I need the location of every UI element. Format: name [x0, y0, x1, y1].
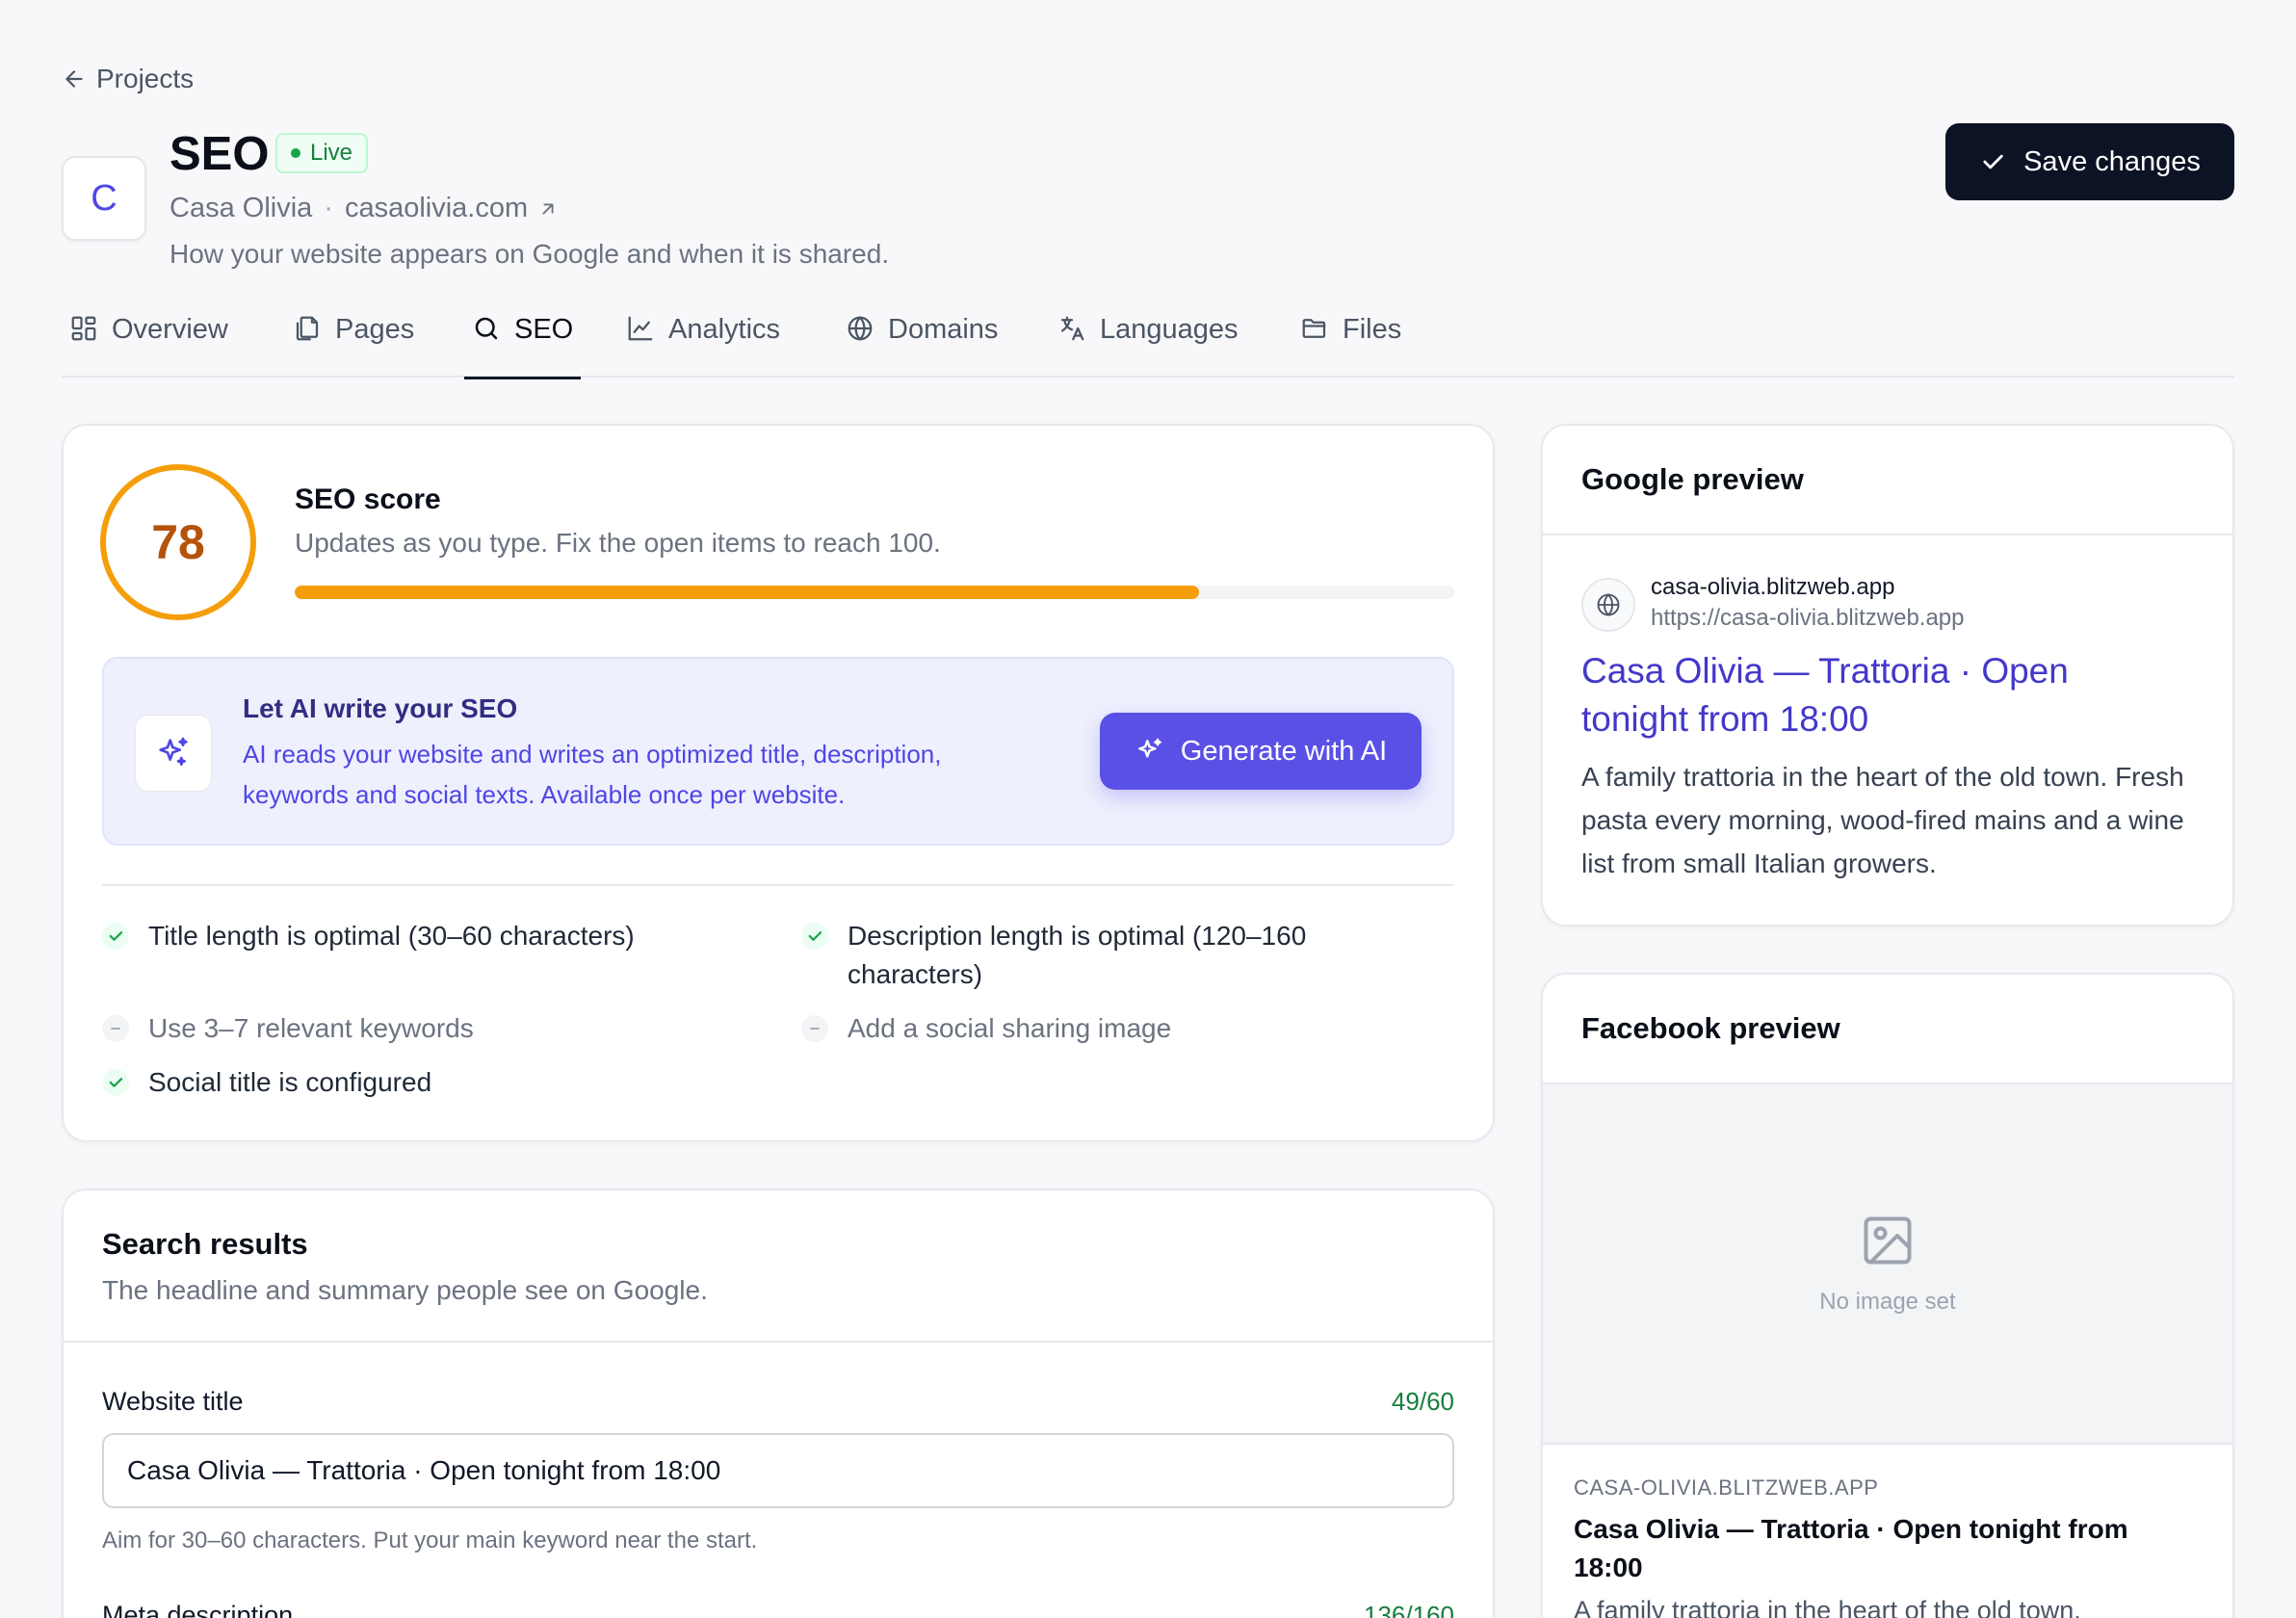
tab-label: Analytics [668, 314, 781, 345]
page-title: SEO [170, 128, 270, 180]
project-subline: Casa Olivia · casaolivia.com [170, 193, 559, 224]
tab-domains[interactable]: Domains [846, 304, 998, 378]
chart-icon [626, 314, 655, 343]
pages-icon [293, 314, 322, 343]
check-icon [1979, 148, 2006, 175]
tab-label: Files [1343, 314, 1402, 345]
tab-seo[interactable]: SEO [463, 304, 582, 379]
tab-pages[interactable]: Pages [293, 304, 414, 378]
check-circle-icon [102, 923, 129, 950]
tab-label: Languages [1100, 314, 1239, 345]
website-title-counter: 49/60 [1391, 1387, 1454, 1416]
external-link-icon [537, 198, 559, 220]
no-image-label: No image set [1819, 1289, 1956, 1315]
score-progress-bar [295, 586, 1454, 599]
checklist-item: Use 3–7 relevant keywords [102, 1009, 757, 1048]
meta-description-counter: 136/160 [1364, 1601, 1454, 1618]
tab-languages[interactable]: Languages [1057, 304, 1239, 378]
google-preview-title: Google preview [1581, 462, 1804, 496]
page-description: How your website appears on Google and w… [170, 239, 890, 269]
score-progress-fill [295, 586, 1200, 599]
google-preview-headline: Casa Olivia — Trattoria · Open tonight f… [1581, 651, 2069, 739]
search-results-title: Search results [102, 1227, 308, 1261]
checklist-label: Title length is optimal (30–60 character… [148, 921, 635, 951]
tab-bar: Overview Pages SEO Analytics Domains Lan… [62, 304, 2234, 379]
tab-label: Pages [335, 314, 415, 345]
globe-icon [846, 314, 874, 343]
site-name: Casa Olivia [170, 193, 313, 223]
folder-icon [1300, 314, 1329, 343]
checklist-item: Social title is configured [102, 1063, 757, 1102]
facebook-preview-body: A family trattoria in the heart of the o… [1574, 1596, 2081, 1618]
google-preview-site: casa-olivia.blitzweb.app [1651, 574, 1895, 600]
checklist-label: Description length is optimal (120–160 c… [848, 921, 1307, 989]
back-link[interactable]: Projects [62, 64, 194, 94]
checklist-item: Title length is optimal (30–60 character… [102, 917, 757, 955]
meta-description-label: Meta description [102, 1601, 294, 1618]
checklist-item: Add a social sharing image [801, 1009, 1418, 1048]
check-circle-icon [801, 923, 828, 950]
website-title-label: Website title [102, 1387, 244, 1416]
save-button[interactable]: Save changes [1945, 123, 2234, 200]
website-title-input[interactable] [102, 1433, 1454, 1508]
divider [102, 884, 1454, 886]
status-label: Live [310, 140, 353, 166]
translate-icon [1057, 314, 1086, 343]
google-preview-body: A family trattoria in the heart of the o… [1581, 762, 2184, 878]
status-dot [291, 148, 300, 158]
check-circle-icon [102, 1069, 129, 1096]
tab-label: Domains [888, 314, 999, 345]
status-badge: Live [275, 133, 369, 173]
sparkles-icon [1135, 736, 1165, 767]
generate-with-ai-button[interactable]: Generate with AI [1100, 713, 1422, 790]
save-button-label: Save changes [2023, 145, 2201, 177]
divider [64, 1341, 1493, 1343]
score-subtitle: Updates as you type. Fix the open items … [295, 528, 941, 558]
generate-button-label: Generate with AI [1180, 735, 1388, 767]
tab-analytics[interactable]: Analytics [626, 304, 780, 378]
tab-label: Overview [112, 314, 228, 345]
separator: · [324, 193, 333, 223]
facebook-preview-headline: Casa Olivia — Trattoria · Open tonight f… [1574, 1514, 2128, 1582]
domain-link-label: casaolivia.com [344, 193, 529, 223]
arrow-left-icon [62, 66, 87, 91]
grid-icon [69, 314, 98, 343]
divider [1543, 534, 2232, 535]
globe-icon [1581, 578, 1635, 632]
checklist-item: Description length is optimal (120–160 c… [801, 917, 1418, 994]
checklist-label: Add a social sharing image [848, 1013, 1172, 1043]
ai-description: AI reads your website and writes an opti… [243, 740, 942, 809]
domain-link[interactable]: casaolivia.com [345, 193, 559, 224]
search-icon [472, 314, 501, 343]
google-preview-url: https://casa-olivia.blitzweb.app [1651, 605, 1965, 631]
project-avatar: C [62, 156, 146, 241]
tab-files[interactable]: Files [1300, 304, 1401, 378]
facebook-preview-domain: CASA-OLIVIA.BLITZWEB.APP [1574, 1475, 1879, 1500]
dash-circle-icon [102, 1015, 129, 1042]
dash-circle-icon [801, 1015, 828, 1042]
sparkles-icon [135, 715, 212, 792]
ai-title: Let AI write your SEO [243, 693, 518, 723]
website-title-hint: Aim for 30–60 characters. Put your main … [102, 1527, 758, 1553]
checklist-label: Use 3–7 relevant keywords [148, 1013, 474, 1043]
score-title: SEO score [295, 483, 441, 515]
image-icon [1859, 1212, 1917, 1269]
facebook-preview-title: Facebook preview [1581, 1011, 1840, 1045]
tab-label: SEO [514, 314, 574, 345]
tab-overview[interactable]: Overview [69, 304, 228, 378]
score-ring: 78 [100, 464, 256, 620]
search-results-subtitle: The headline and summary people see on G… [102, 1275, 708, 1305]
back-link-label: Projects [96, 64, 195, 93]
checklist-label: Social title is configured [148, 1067, 432, 1097]
